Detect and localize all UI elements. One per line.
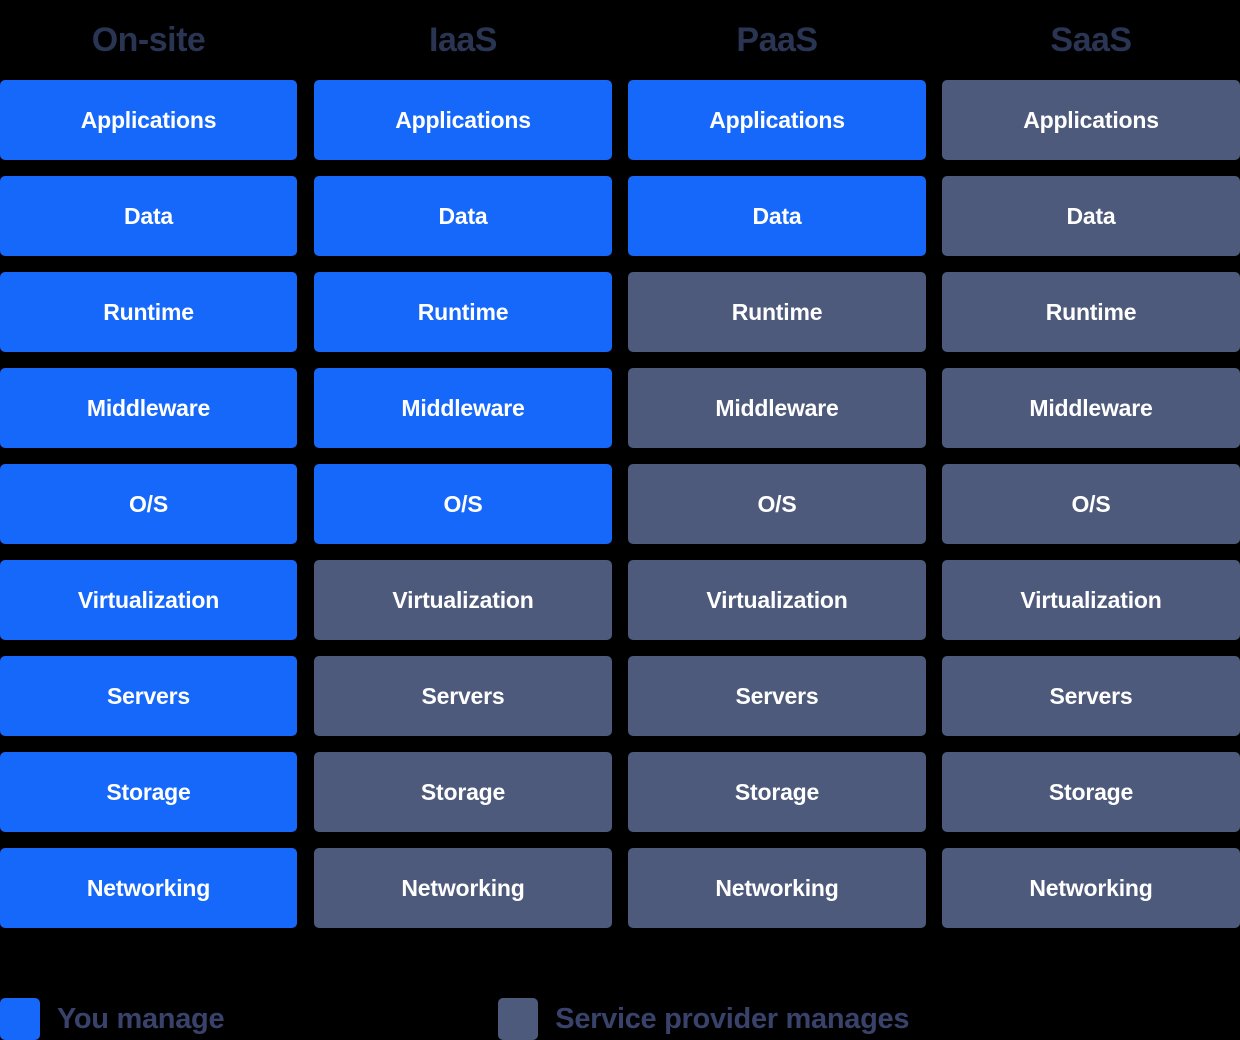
stack-cell: Servers xyxy=(314,656,612,736)
stack-cell: Runtime xyxy=(0,272,297,352)
stack-cell: Virtualization xyxy=(0,560,297,640)
legend-label-provider-manages: Service provider manages xyxy=(555,1002,910,1035)
stack-row: Data Data Data Data xyxy=(0,176,1240,256)
stack-cell: O/S xyxy=(628,464,926,544)
stack-row: Runtime Runtime Runtime Runtime xyxy=(0,272,1240,352)
stack-cell: Data xyxy=(314,176,612,256)
stack-cell: Storage xyxy=(0,752,297,832)
stack-row: Middleware Middleware Middleware Middleware xyxy=(0,368,1240,448)
stack-cell: Servers xyxy=(942,656,1240,736)
stack-cell: Runtime xyxy=(942,272,1240,352)
stack-cell: Applications xyxy=(628,80,926,160)
stack-row: Storage Storage Storage Storage xyxy=(0,752,1240,832)
stack-cell: O/S xyxy=(314,464,612,544)
stack-cell: Networking xyxy=(314,848,612,928)
legend: You manage Service provider manages xyxy=(0,998,1240,1040)
stack-cell: Runtime xyxy=(628,272,926,352)
stack-cell: O/S xyxy=(942,464,1240,544)
stack-cell: Middleware xyxy=(314,368,612,448)
column-header-on-site: On-site xyxy=(91,21,206,59)
legend-item-you-manage: You manage xyxy=(0,998,225,1040)
stack-cell: Storage xyxy=(628,752,926,832)
stack-cell: Middleware xyxy=(628,368,926,448)
cloud-responsibility-matrix: On-site IaaS PaaS SaaS Applications Appli… xyxy=(0,0,1240,1040)
stack-cell: Data xyxy=(628,176,926,256)
legend-item-provider-manages: Service provider manages xyxy=(498,998,909,1040)
column-header-iaas: IaaS xyxy=(429,21,497,59)
stack-cell: Applications xyxy=(0,80,297,160)
stack-cell: Networking xyxy=(628,848,926,928)
stack-cell: O/S xyxy=(0,464,297,544)
stack-cell: Servers xyxy=(628,656,926,736)
stack-cell: Storage xyxy=(314,752,612,832)
stack-cell: Middleware xyxy=(942,368,1240,448)
stack-cell: Servers xyxy=(0,656,297,736)
stack-cell: Data xyxy=(942,176,1240,256)
stack-row: Applications Applications Applications Appl… xyxy=(0,80,1240,160)
legend-swatch-you-manage xyxy=(0,998,40,1040)
stack-cell: Storage xyxy=(942,752,1240,832)
column-header-paas: PaaS xyxy=(736,21,818,59)
stack-row: Virtualization Virtualization Virtualizati… xyxy=(0,560,1240,640)
stack-cell: Data xyxy=(0,176,297,256)
stack-cell: Virtualization xyxy=(942,560,1240,640)
stack-row: Servers Servers Servers Servers xyxy=(0,656,1240,736)
legend-label-you-manage: You manage xyxy=(57,1002,225,1035)
stack-matrix: Applications Applications Applications Appl… xyxy=(0,80,1240,928)
stack-cell: Networking xyxy=(942,848,1240,928)
stack-cell: Virtualization xyxy=(628,560,926,640)
stack-cell: Applications xyxy=(942,80,1240,160)
legend-swatch-provider-manages xyxy=(498,998,539,1040)
stack-cell: Applications xyxy=(314,80,612,160)
stack-cell: Middleware xyxy=(0,368,297,448)
stack-row: Networking Networking Networking Networking xyxy=(0,848,1240,928)
stack-row: O/S O/S O/S O/S xyxy=(0,464,1240,544)
column-header-row: On-site IaaS PaaS SaaS xyxy=(0,0,1240,80)
stack-cell: Virtualization xyxy=(314,560,612,640)
stack-cell: Runtime xyxy=(314,272,612,352)
column-header-saas: SaaS xyxy=(1050,21,1132,59)
stack-cell: Networking xyxy=(0,848,297,928)
